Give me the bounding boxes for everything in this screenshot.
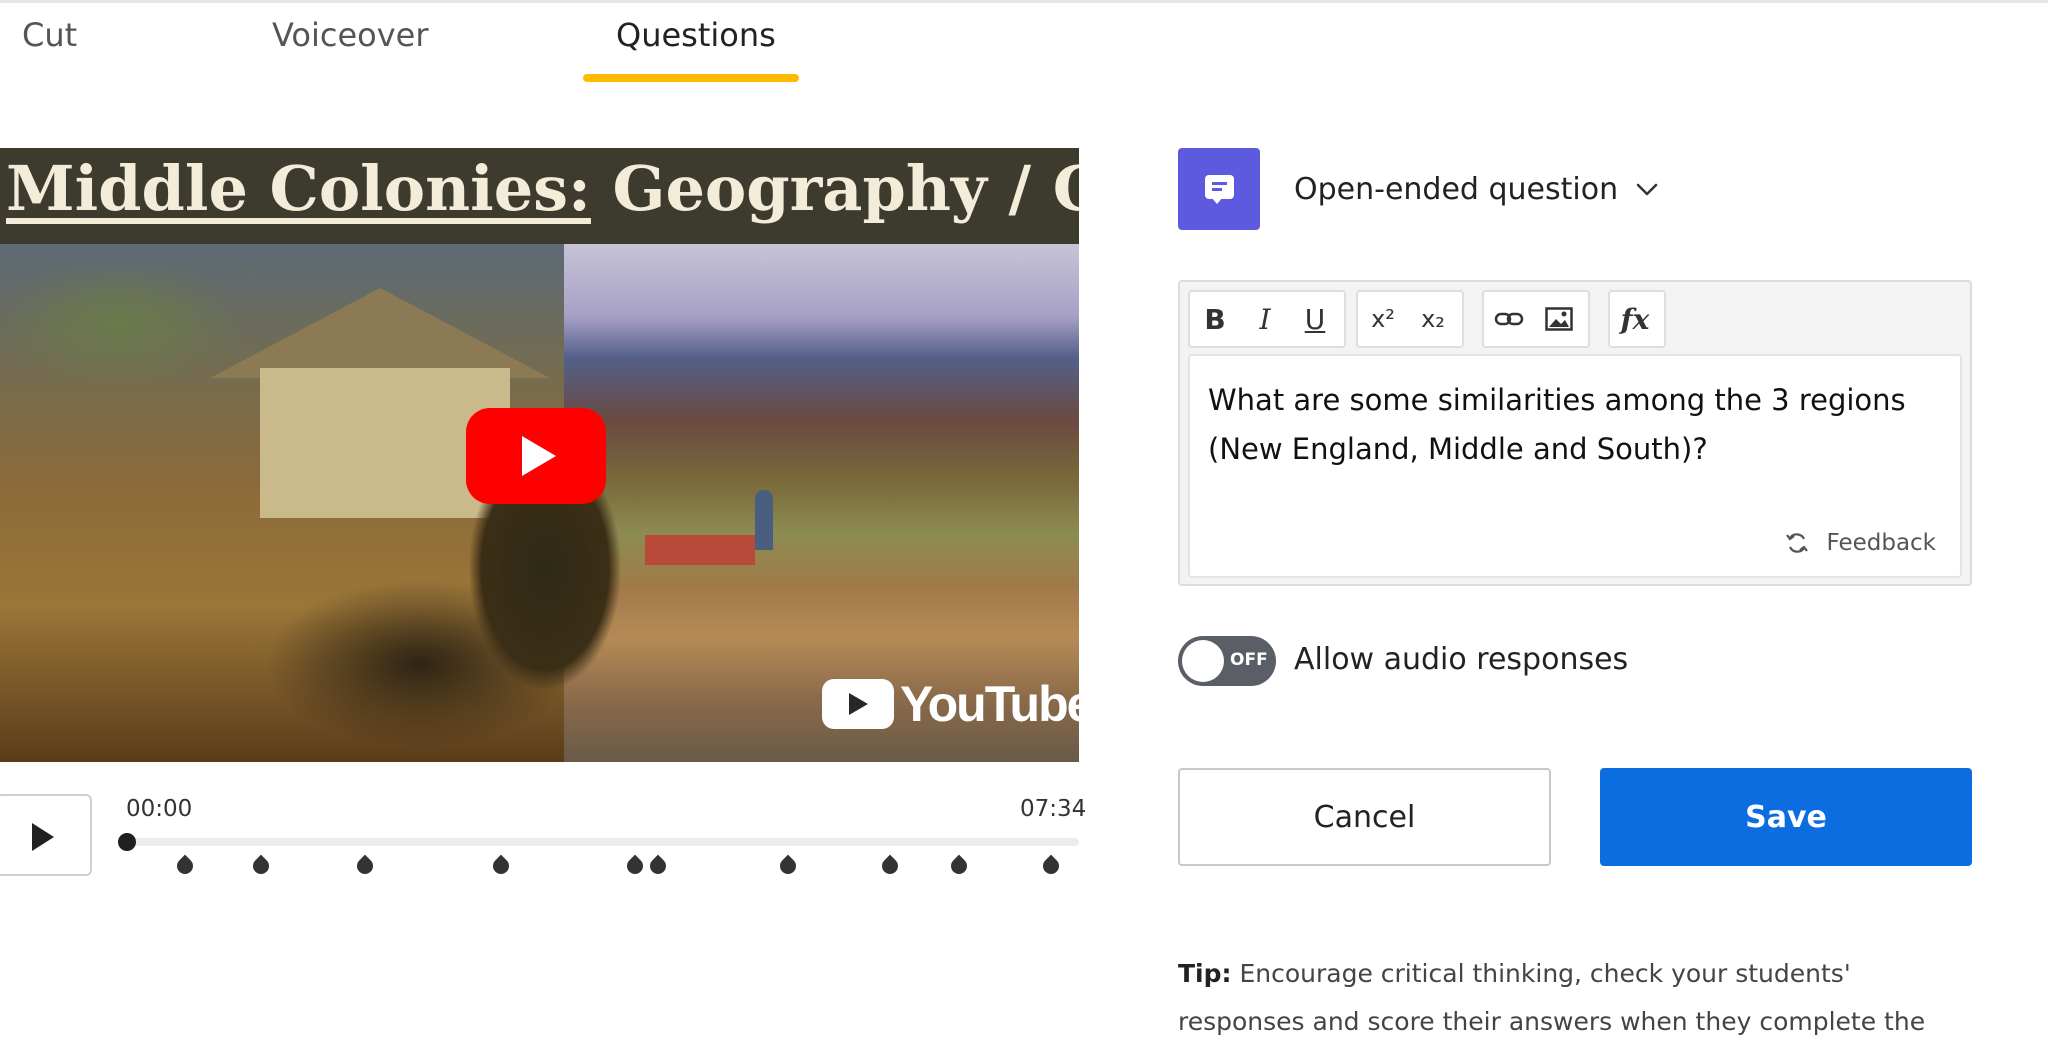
video-title-banner: Middle Colonies: Geography / Clir	[0, 148, 1079, 244]
current-time: 00:00	[126, 796, 193, 822]
youtube-play-button[interactable]	[466, 408, 606, 504]
youtube-wordmark: YouTube	[900, 676, 1094, 732]
tab-questions[interactable]: Questions	[616, 16, 776, 54]
silo	[755, 490, 773, 550]
barn	[645, 535, 755, 565]
question-text-area[interactable]: What are some similarities among the 3 r…	[1188, 354, 1962, 578]
question-marker[interactable]	[251, 854, 271, 876]
tip-body: Encourage critical thinking, check your …	[1178, 959, 1926, 1036]
timeline-scrubber[interactable]	[118, 833, 136, 851]
question-marker[interactable]	[1041, 854, 1061, 876]
text-format-group: B I U	[1188, 290, 1346, 348]
editor-tabs: Cut Voiceover Questions	[0, 0, 2048, 90]
bold-button[interactable]: B	[1190, 292, 1240, 346]
play-icon[interactable]	[0, 794, 92, 876]
video-title: Middle Colonies: Geography / Clir	[6, 152, 1079, 225]
image-icon[interactable]	[1534, 292, 1584, 346]
tab-cut[interactable]: Cut	[22, 16, 77, 54]
formula-group: fx	[1608, 290, 1666, 348]
question-type-dropdown[interactable]: Open-ended question	[1294, 172, 1618, 207]
question-marker[interactable]	[880, 854, 900, 876]
question-marker[interactable]	[648, 854, 668, 876]
question-text[interactable]: What are some similarities among the 3 r…	[1208, 376, 1948, 474]
question-marker[interactable]	[491, 854, 511, 876]
subscript-button[interactable]: x₂	[1408, 292, 1458, 346]
question-editor: B I U x² x₂ fx What are some similaritie…	[1178, 280, 1972, 586]
insert-group	[1482, 290, 1590, 348]
video-title-underlined: Middle Colonies:	[6, 152, 591, 225]
feedback-button[interactable]: Feedback	[1784, 530, 1936, 556]
tip-prefix: Tip:	[1178, 959, 1232, 988]
duration: 07:34	[1020, 796, 1087, 822]
underline-button[interactable]: U	[1290, 292, 1340, 346]
toggle-state: OFF	[1230, 650, 1268, 670]
question-marker[interactable]	[949, 854, 969, 876]
tip-text: Tip: Encourage critical thinking, check …	[1178, 950, 1978, 1054]
farmhouse-roof	[210, 288, 550, 378]
link-icon[interactable]	[1484, 292, 1534, 346]
youtube-icon	[822, 679, 894, 729]
chevron-down-icon[interactable]	[1636, 178, 1658, 200]
feedback-label: Feedback	[1826, 530, 1936, 556]
superscript-button[interactable]: x²	[1358, 292, 1408, 346]
audio-responses-toggle[interactable]: OFF	[1178, 636, 1276, 686]
video-timeline[interactable]	[126, 838, 1079, 846]
question-marker[interactable]	[778, 854, 798, 876]
chat-bubble-icon	[1205, 175, 1234, 204]
script-group: x² x₂	[1356, 290, 1464, 348]
question-marker[interactable]	[355, 854, 375, 876]
formula-button[interactable]: fx	[1610, 292, 1660, 346]
refresh-icon	[1786, 533, 1809, 553]
audio-responses-label: Allow audio responses	[1294, 642, 1629, 677]
toggle-knob	[1182, 640, 1224, 682]
video-title-rest: Geography / Clir	[612, 152, 1079, 225]
youtube-logo[interactable]: YouTube	[822, 676, 1094, 732]
active-tab-indicator	[583, 74, 799, 82]
italic-button[interactable]: I	[1240, 292, 1290, 346]
open-ended-question-icon	[1178, 148, 1260, 230]
tab-voiceover[interactable]: Voiceover	[272, 16, 429, 54]
question-marker[interactable]	[175, 854, 195, 876]
cancel-button[interactable]: Cancel	[1178, 768, 1551, 866]
save-button[interactable]: Save	[1600, 768, 1972, 866]
question-marker[interactable]	[625, 854, 645, 876]
